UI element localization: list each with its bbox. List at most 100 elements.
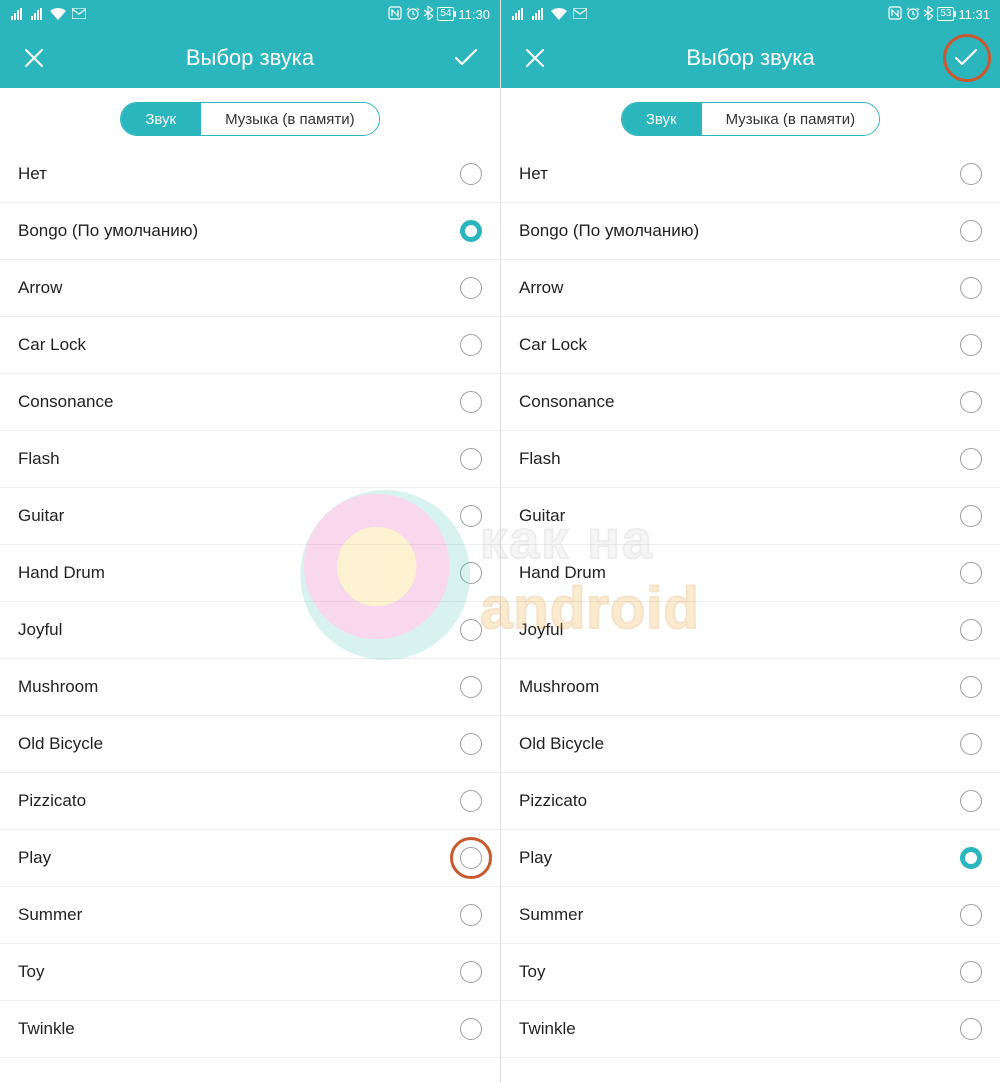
confirm-button[interactable] bbox=[950, 42, 982, 74]
radio-button[interactable] bbox=[960, 391, 982, 413]
sound-item[interactable]: Play bbox=[0, 830, 500, 887]
sound-item[interactable]: Mushroom bbox=[501, 659, 1000, 716]
radio-button[interactable] bbox=[960, 562, 982, 584]
radio-button[interactable] bbox=[960, 847, 982, 869]
tab-music[interactable]: Музыка (в памяти) bbox=[701, 103, 880, 135]
sound-item[interactable]: Hand Drum bbox=[0, 545, 500, 602]
sound-item[interactable]: Flash bbox=[501, 431, 1000, 488]
sound-item[interactable]: Mushroom bbox=[0, 659, 500, 716]
sound-item[interactable]: Arrow bbox=[501, 260, 1000, 317]
battery-level: 54 bbox=[440, 8, 451, 20]
radio-button[interactable] bbox=[960, 961, 982, 983]
radio-button[interactable] bbox=[960, 448, 982, 470]
radio-button[interactable] bbox=[960, 733, 982, 755]
tab-music[interactable]: Музыка (в памяти) bbox=[200, 103, 379, 135]
signal-icon-1 bbox=[511, 8, 525, 20]
status-left bbox=[511, 7, 587, 22]
mail-icon bbox=[573, 7, 587, 22]
radio-button[interactable] bbox=[460, 277, 482, 299]
radio-button[interactable] bbox=[460, 562, 482, 584]
radio-button[interactable] bbox=[960, 163, 982, 185]
sound-item[interactable]: Pizzicato bbox=[501, 773, 1000, 830]
sound-item-label: Flash bbox=[519, 449, 561, 469]
radio-button[interactable] bbox=[460, 961, 482, 983]
sound-item[interactable]: Old Bicycle bbox=[501, 716, 1000, 773]
sound-item[interactable]: Twinkle bbox=[501, 1001, 1000, 1058]
sound-item-label: Нет bbox=[519, 164, 548, 184]
tab-sound[interactable]: Звук bbox=[622, 103, 701, 135]
sound-list[interactable]: Нет Bongo (По умолчанию)Arrow Car Lock Cons… bbox=[501, 146, 1000, 1083]
tab-bar: Звук Музыка (в памяти) bbox=[501, 88, 1000, 146]
sound-item[interactable]: Joyful bbox=[501, 602, 1000, 659]
sound-item[interactable]: Twinkle bbox=[0, 1001, 500, 1058]
tab-sound[interactable]: Звук bbox=[121, 103, 200, 135]
sound-item[interactable]: Play bbox=[501, 830, 1000, 887]
radio-button[interactable] bbox=[960, 676, 982, 698]
tab-music-label: Музыка (в памяти) bbox=[225, 111, 355, 128]
radio-button[interactable] bbox=[960, 277, 982, 299]
sound-item[interactable]: Toy bbox=[501, 944, 1000, 1001]
sound-item[interactable]: Car Lock bbox=[501, 317, 1000, 374]
wifi-icon bbox=[50, 8, 66, 20]
sound-item[interactable]: Consonance bbox=[501, 374, 1000, 431]
sound-item[interactable]: Car Lock bbox=[0, 317, 500, 374]
sound-item-label: Twinkle bbox=[18, 1019, 75, 1039]
radio-button[interactable] bbox=[460, 847, 482, 869]
screen-right: 53 11:31 Выбор звука Звук Музыка (в памя… bbox=[500, 0, 1000, 1083]
tab-sound-label: Звук bbox=[646, 111, 677, 128]
radio-button[interactable] bbox=[460, 904, 482, 926]
radio-button[interactable] bbox=[460, 619, 482, 641]
radio-button[interactable] bbox=[460, 676, 482, 698]
alarm-icon bbox=[406, 6, 420, 23]
sound-item[interactable]: Summer bbox=[501, 887, 1000, 944]
radio-button[interactable] bbox=[460, 391, 482, 413]
radio-button[interactable] bbox=[460, 448, 482, 470]
radio-button[interactable] bbox=[960, 790, 982, 812]
sound-item-label: Mushroom bbox=[519, 677, 599, 697]
radio-button[interactable] bbox=[960, 619, 982, 641]
sound-item[interactable]: Joyful bbox=[0, 602, 500, 659]
sound-item-label: Arrow bbox=[18, 278, 62, 298]
sound-item-label: Hand Drum bbox=[519, 563, 606, 583]
close-button[interactable] bbox=[18, 42, 50, 74]
sound-item[interactable]: Hand Drum bbox=[501, 545, 1000, 602]
radio-button[interactable] bbox=[960, 904, 982, 926]
sound-item[interactable]: Flash bbox=[0, 431, 500, 488]
sound-item[interactable]: Old Bicycle bbox=[0, 716, 500, 773]
status-left bbox=[10, 7, 86, 22]
sound-item[interactable]: Bongo (По умолчанию) bbox=[501, 203, 1000, 260]
radio-button[interactable] bbox=[460, 1018, 482, 1040]
sound-item[interactable]: Arrow bbox=[0, 260, 500, 317]
sound-item[interactable]: Bongo (По умолчанию) bbox=[0, 203, 500, 260]
bluetooth-icon bbox=[424, 6, 433, 23]
radio-button[interactable] bbox=[460, 505, 482, 527]
radio-button[interactable] bbox=[460, 163, 482, 185]
radio-button[interactable] bbox=[960, 220, 982, 242]
sound-list[interactable]: НетBongo (По умолчанию) Arrow Car LockCons… bbox=[0, 146, 500, 1083]
sound-item[interactable]: Pizzicato bbox=[0, 773, 500, 830]
radio-button[interactable] bbox=[960, 334, 982, 356]
sound-item[interactable]: Нет bbox=[501, 146, 1000, 203]
radio-button[interactable] bbox=[960, 505, 982, 527]
radio-button[interactable] bbox=[960, 1018, 982, 1040]
sound-item[interactable]: Summer bbox=[0, 887, 500, 944]
status-right: 54 11:30 bbox=[388, 6, 490, 23]
sound-item-label: Car Lock bbox=[519, 335, 587, 355]
sound-item[interactable]: Toy bbox=[0, 944, 500, 1001]
confirm-button[interactable] bbox=[450, 42, 482, 74]
sound-item-label: Guitar bbox=[18, 506, 64, 526]
battery-level: 53 bbox=[940, 8, 951, 20]
radio-button[interactable] bbox=[460, 334, 482, 356]
screen-header: Выбор звука bbox=[0, 28, 500, 88]
sound-item[interactable]: Guitar bbox=[0, 488, 500, 545]
radio-button[interactable] bbox=[460, 790, 482, 812]
radio-button[interactable] bbox=[460, 733, 482, 755]
sound-item-label: Toy bbox=[18, 962, 44, 982]
radio-button[interactable] bbox=[460, 220, 482, 242]
sound-item[interactable]: Consonance bbox=[0, 374, 500, 431]
close-button[interactable] bbox=[519, 42, 551, 74]
sound-item[interactable]: Guitar bbox=[501, 488, 1000, 545]
tab-music-label: Музыка (в памяти) bbox=[726, 111, 856, 128]
status-bar: 53 11:31 bbox=[501, 0, 1000, 28]
sound-item[interactable]: Нет bbox=[0, 146, 500, 203]
